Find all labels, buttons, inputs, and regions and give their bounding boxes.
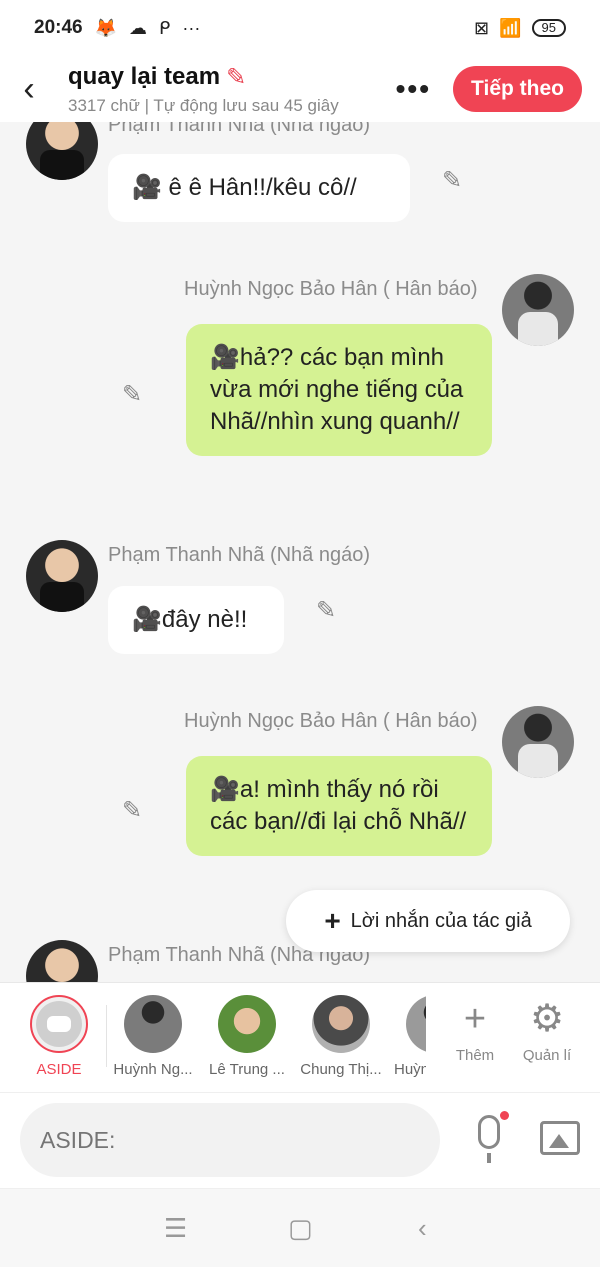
avatar-han[interactable]	[502, 706, 574, 778]
sender-name: Huỳnh Ngọc Bảo Hân ( Hân báo)	[184, 710, 478, 732]
manage-button[interactable]: ⚙ Quản lí	[512, 997, 582, 1064]
character-label: Huỳnh	[394, 1061, 426, 1078]
character-label: Lê Trung ...	[209, 1061, 285, 1078]
message-bubble[interactable]: 🎥đây nè!!	[108, 586, 284, 654]
add-character-button[interactable]: + Thêm	[440, 997, 510, 1064]
character-huynh[interactable]: Huỳnh	[390, 995, 426, 1078]
more-options-button[interactable]: •••	[396, 73, 431, 105]
edit-message-icon[interactable]: ✎	[316, 596, 336, 625]
fox-icon: 🦊	[94, 17, 118, 38]
message-bubble[interactable]: 🎥 ê ê Hân!!/kêu cô//	[108, 154, 410, 222]
character-label: Chung Thị...	[300, 1061, 382, 1078]
avatar-nha[interactable]	[26, 122, 98, 180]
p-icon: ᑭ	[159, 17, 171, 38]
add-label: Thêm	[455, 1047, 495, 1064]
microphone-icon[interactable]	[470, 1111, 510, 1165]
battery-indicator: 95	[531, 19, 566, 37]
character-label: ASIDE	[36, 1061, 82, 1078]
sender-name: Phạm Thanh Nhã (Nhã ngáo)	[108, 122, 371, 136]
home-icon[interactable]: ▢	[288, 1213, 313, 1244]
back-button[interactable]: ‹	[2, 62, 56, 116]
back-nav-icon[interactable]: ‹	[418, 1213, 427, 1244]
author-note-label: Lời nhắn của tác giả	[350, 909, 532, 932]
avatar	[406, 995, 426, 1053]
status-left: 20:46 🦊 ☁ ᑭ ···	[34, 17, 200, 39]
plus-icon: +	[463, 998, 487, 1040]
input-bar	[0, 1092, 600, 1188]
page-title[interactable]: quay lại team	[68, 63, 220, 91]
wifi-icon: 📶	[499, 17, 522, 38]
edit-title-icon[interactable]: ✎	[226, 63, 246, 92]
avatar-nha[interactable]	[26, 940, 98, 982]
divider	[106, 1005, 107, 1067]
sim-off-icon: ⊠	[474, 17, 490, 38]
character-chung-thi[interactable]: Chung Thị...	[296, 995, 386, 1078]
cloud-icon: ☁	[129, 17, 148, 38]
image-icon[interactable]	[540, 1121, 580, 1155]
clock: 20:46	[34, 17, 83, 38]
character-aside[interactable]: ASIDE	[14, 995, 104, 1078]
avatar	[312, 995, 370, 1053]
system-nav-bar: ☰ ▢ ‹	[0, 1188, 600, 1267]
edit-message-icon[interactable]: ✎	[122, 796, 142, 825]
title-block: quay lại team ✎ 3317 chữ | Tự động lưu s…	[68, 63, 396, 116]
message-bubble[interactable]: 🎥hả?? các bạn mình vừa mới nghe tiếng củ…	[186, 324, 492, 456]
character-le-trung[interactable]: Lê Trung ...	[202, 995, 292, 1078]
aside-icon	[30, 995, 88, 1053]
chevron-left-icon: ‹	[23, 69, 35, 108]
avatar-han[interactable]	[502, 274, 574, 346]
avatar-nha[interactable]	[26, 540, 98, 612]
chat-area[interactable]: Phạm Thanh Nhã (Nhã ngáo) 🎥 ê ê Hân!!/kê…	[0, 122, 600, 982]
character-label: Huỳnh Ng...	[113, 1061, 193, 1078]
word-count-autosave: 3317 chữ | Tự động lưu sau 45 giây	[68, 95, 339, 115]
character-bar: ASIDE Huỳnh Ng... Lê Trung ... Chung Thị…	[0, 982, 600, 1092]
menu-icon[interactable]: ☰	[164, 1213, 187, 1244]
message-bubble[interactable]: 🎥a! mình thấy nó rồi các bạn//đi lại chỗ…	[186, 756, 492, 856]
message-input[interactable]	[20, 1103, 440, 1177]
avatar	[124, 995, 182, 1053]
plus-icon: +	[324, 905, 341, 936]
title-row: quay lại team ✎	[68, 63, 396, 92]
sender-name: Phạm Thanh Nhã (Nhã ngáo)	[108, 544, 371, 566]
manage-label: Quản lí	[522, 1047, 572, 1064]
edit-message-icon[interactable]: ✎	[122, 380, 142, 409]
author-note-button[interactable]: + Lời nhắn của tác giả	[286, 890, 570, 952]
status-bar: 20:46 🦊 ☁ ᑭ ··· ⊠ 📶 95	[0, 0, 600, 56]
ellipsis-icon: ···	[182, 17, 201, 38]
edit-message-icon[interactable]: ✎	[442, 166, 462, 195]
sender-name: Huỳnh Ngọc Bảo Hân ( Hân báo)	[184, 278, 478, 300]
status-right: ⊠ 📶 95	[474, 18, 566, 39]
header: ‹ quay lại team ✎ 3317 chữ | Tự động lưu…	[0, 56, 600, 122]
gear-icon: ⚙	[529, 998, 565, 1040]
character-han[interactable]: Huỳnh Ng...	[108, 995, 198, 1078]
next-button[interactable]: Tiếp theo	[453, 66, 582, 112]
avatar	[218, 995, 276, 1053]
